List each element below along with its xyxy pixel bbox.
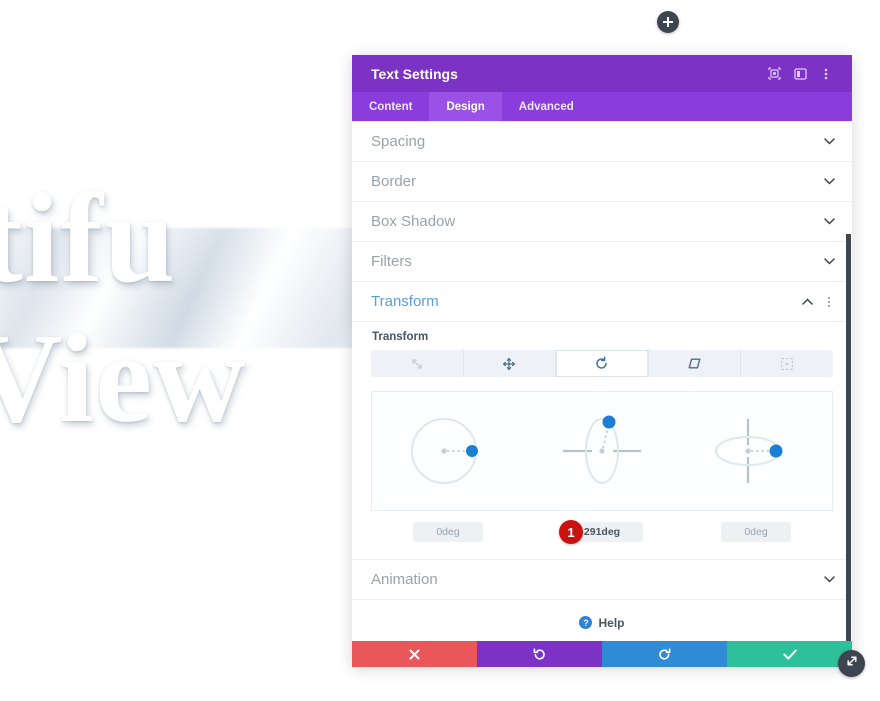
rotation-preview-box <box>371 391 833 511</box>
rotate-z-handle <box>769 444 783 458</box>
scale-icon <box>410 357 424 371</box>
hero-heading-line-1: utifu <box>0 167 177 309</box>
redo-icon <box>658 647 671 661</box>
transform-mode-translate[interactable] <box>464 350 557 377</box>
rotate-x-handle <box>465 445 478 457</box>
undo-icon <box>533 647 546 661</box>
section-box-shadow[interactable]: Box Shadow <box>352 202 852 242</box>
resize-diagonal-icon <box>845 654 859 673</box>
chevron-down-icon <box>822 175 836 189</box>
rotate-z-value-wrap: 0deg <box>691 522 821 542</box>
rotate-y-preview[interactable] <box>537 401 667 501</box>
section-animation[interactable]: Animation <box>352 560 852 600</box>
section-border[interactable]: Border <box>352 162 852 202</box>
modal-header: Text Settings <box>352 55 852 92</box>
add-module-button[interactable] <box>657 11 679 33</box>
rotate-x-value-wrap: 0deg <box>383 522 513 542</box>
chevron-down-icon <box>822 135 836 149</box>
rotate-y-value-wrap: 1 291deg <box>537 520 667 544</box>
chevron-up-icon <box>800 295 814 309</box>
chevron-down-icon <box>822 573 836 587</box>
transform-field-label: Transform <box>372 331 429 343</box>
tab-advanced[interactable]: Advanced <box>502 92 591 121</box>
settings-scrollbar-thumb[interactable] <box>846 234 851 641</box>
check-icon <box>782 649 797 660</box>
rotate-y-handle <box>602 415 616 429</box>
settings-scroll-area: Spacing Border Box Shadow Filters Transf… <box>352 121 852 641</box>
section-border-label: Border <box>371 173 417 190</box>
transform-mode-group <box>371 350 833 377</box>
modal-title: Text Settings <box>371 65 458 82</box>
section-transform[interactable]: Transform <box>352 282 852 322</box>
undo-button[interactable] <box>477 641 602 667</box>
help-row[interactable]: ? Help <box>352 600 852 641</box>
modal-body: Spacing Border Box Shadow Filters Transf… <box>352 121 852 641</box>
origin-icon <box>780 357 794 371</box>
move-icon <box>502 357 516 371</box>
hero-heading-line-2: View <box>0 307 247 449</box>
modal-resize-handle[interactable] <box>838 650 865 677</box>
help-label: Help <box>598 615 625 630</box>
rotate-z-input[interactable]: 0deg <box>721 522 791 542</box>
section-transform-label: Transform <box>371 293 439 310</box>
section-filters[interactable]: Filters <box>352 242 852 282</box>
modal-tabs: Content Design Advanced <box>352 92 852 121</box>
transform-panel: Transform 0deg 1 291deg 0deg <box>352 322 852 560</box>
cancel-button[interactable] <box>352 641 477 667</box>
help-icon: ? <box>579 616 593 629</box>
rotate-icon <box>594 356 609 371</box>
save-button[interactable] <box>727 641 852 667</box>
focus-target-icon[interactable] <box>762 62 786 86</box>
transform-mode-skew[interactable] <box>649 350 742 377</box>
settings-scrollbar[interactable] <box>843 121 852 641</box>
tab-design[interactable]: Design <box>429 92 502 121</box>
section-spacing-label: Spacing <box>371 133 426 150</box>
rotate-x-preview[interactable] <box>384 401 514 501</box>
skew-icon <box>687 357 702 370</box>
section-transform-kebab-icon[interactable] <box>822 295 836 309</box>
panel-layout-icon[interactable] <box>788 62 812 86</box>
transform-mode-scale[interactable] <box>371 350 464 377</box>
tab-content[interactable]: Content <box>352 92 429 121</box>
section-spacing[interactable]: Spacing <box>352 121 852 162</box>
rotate-x-input[interactable]: 0deg <box>413 522 483 542</box>
text-settings-modal: Text Settings Content Design Advanced Sp… <box>352 55 852 667</box>
kebab-menu-icon[interactable] <box>814 62 838 86</box>
transform-mode-origin[interactable] <box>741 350 833 377</box>
redo-button[interactable] <box>602 641 727 667</box>
chevron-down-icon <box>822 215 836 229</box>
section-filters-label: Filters <box>371 253 412 270</box>
modal-footer <box>352 641 852 667</box>
plus-icon <box>663 17 673 27</box>
chevron-down-icon <box>822 255 836 269</box>
section-box-shadow-label: Box Shadow <box>371 213 456 230</box>
rotation-value-row: 0deg 1 291deg 0deg <box>371 520 833 544</box>
close-icon <box>409 649 420 660</box>
transform-mode-rotate[interactable] <box>556 350 649 377</box>
section-animation-label: Animation <box>371 571 438 588</box>
step-badge-1: 1 <box>559 520 583 544</box>
rotate-z-preview[interactable] <box>690 401 820 501</box>
